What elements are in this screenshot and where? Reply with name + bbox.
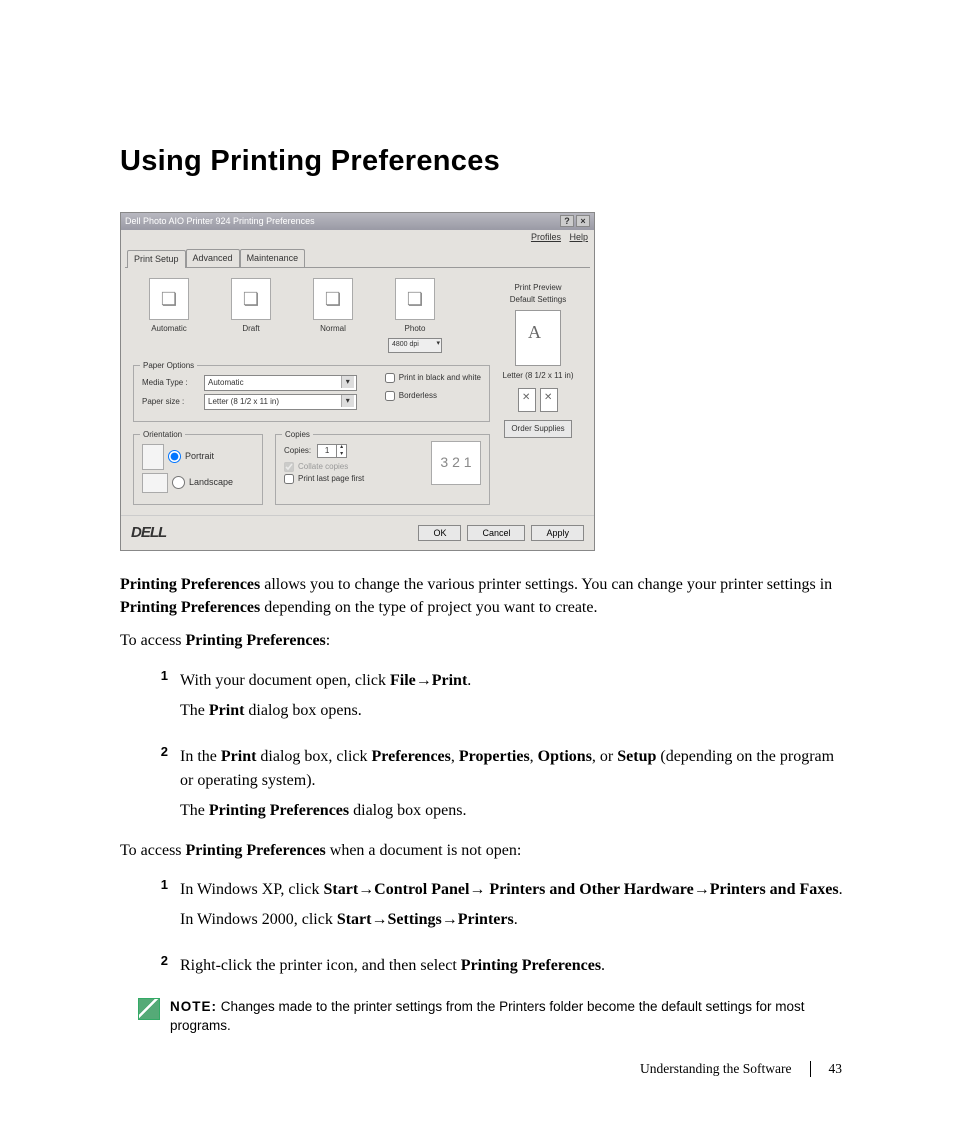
portrait-icon (142, 444, 164, 470)
lastpage-checkbox[interactable] (284, 474, 294, 484)
page-heading: Using Printing Preferences (120, 140, 844, 184)
bw-checkbox[interactable] (385, 373, 395, 383)
order-supplies-button[interactable]: Order Supplies (504, 420, 571, 438)
paper-size-select[interactable]: Letter (8 1/2 x 11 in) (204, 394, 357, 410)
landscape-icon (142, 473, 168, 493)
quality-automatic[interactable]: ❏Automatic (135, 278, 203, 353)
page-number: 43 (829, 1059, 843, 1079)
borderless-checkbox[interactable] (385, 391, 395, 401)
access-para-2: To access Printing Preferences when a do… (120, 839, 844, 862)
cartridge-icon (540, 388, 558, 412)
media-type-label: Media Type : (142, 377, 198, 389)
orientation: Orientation Portrait Landscape (133, 434, 263, 505)
photo-dpi-select[interactable]: 4800 dpi (388, 338, 442, 353)
copies-spinner[interactable]: 1▴▾ (317, 444, 347, 458)
paper-options: Paper Options Media Type : Automatic Pap… (133, 365, 490, 422)
apply-button[interactable]: Apply (531, 525, 584, 541)
titlebar: Dell Photo AIO Printer 924 Printing Pref… (121, 213, 594, 231)
tab-print-setup[interactable]: Print Setup (127, 250, 186, 269)
cartridge-icon (518, 388, 536, 412)
section-title: Understanding the Software (640, 1059, 791, 1079)
paper-preview-label: Letter (8 1/2 x 11 in) (492, 370, 584, 382)
default-settings-link[interactable]: Default Settings (492, 294, 584, 306)
copies-preview-icon: 3 2 1 (431, 441, 481, 485)
page-footer: Understanding the Software 43 (640, 1059, 842, 1079)
paper-size-label: Paper size : (142, 396, 198, 408)
menu-profiles[interactable]: Profiles (531, 232, 561, 242)
tabs: Print Setup Advanced Maintenance (121, 246, 594, 268)
landscape-radio[interactable] (172, 476, 185, 489)
quality-row: ❏Automatic ❏Draft ❏Normal ❏Photo4800 dpi (131, 272, 492, 359)
collate-checkbox[interactable] (284, 462, 294, 472)
media-type-select[interactable]: Automatic (204, 375, 357, 391)
menu-help[interactable]: Help (569, 232, 588, 242)
preview-icon (515, 310, 561, 366)
steps-1: 1 With your document open, click File→Pr… (152, 663, 844, 829)
quality-draft[interactable]: ❏Draft (217, 278, 285, 353)
dell-logo: DELL (131, 522, 166, 545)
steps-2: 1 In Windows XP, click Start→Control Pan… (152, 872, 844, 984)
menubar: Profiles Help (121, 230, 594, 246)
note-icon (138, 998, 160, 1020)
help-icon[interactable]: ? (560, 215, 574, 227)
tab-maintenance[interactable]: Maintenance (240, 249, 306, 268)
print-preview-link[interactable]: Print Preview (492, 282, 584, 294)
quality-normal[interactable]: ❏Normal (299, 278, 367, 353)
printing-preferences-dialog: Dell Photo AIO Printer 924 Printing Pref… (120, 212, 595, 552)
quality-photo[interactable]: ❏Photo4800 dpi (381, 278, 449, 353)
access-para: To access Printing Preferences: (120, 629, 844, 652)
ok-button[interactable]: OK (418, 525, 461, 541)
close-icon[interactable]: × (576, 215, 590, 227)
dialog-title: Dell Photo AIO Printer 924 Printing Pref… (125, 215, 315, 229)
cancel-button[interactable]: Cancel (467, 525, 525, 541)
copies: Copies Copies: 1▴▾ Collate copies Print … (275, 434, 490, 505)
intro-para: Printing Preferences allows you to chang… (120, 573, 844, 619)
portrait-radio[interactable] (168, 450, 181, 463)
note: NOTE: Changes made to the printer settin… (138, 998, 844, 1036)
tab-advanced[interactable]: Advanced (186, 249, 240, 268)
